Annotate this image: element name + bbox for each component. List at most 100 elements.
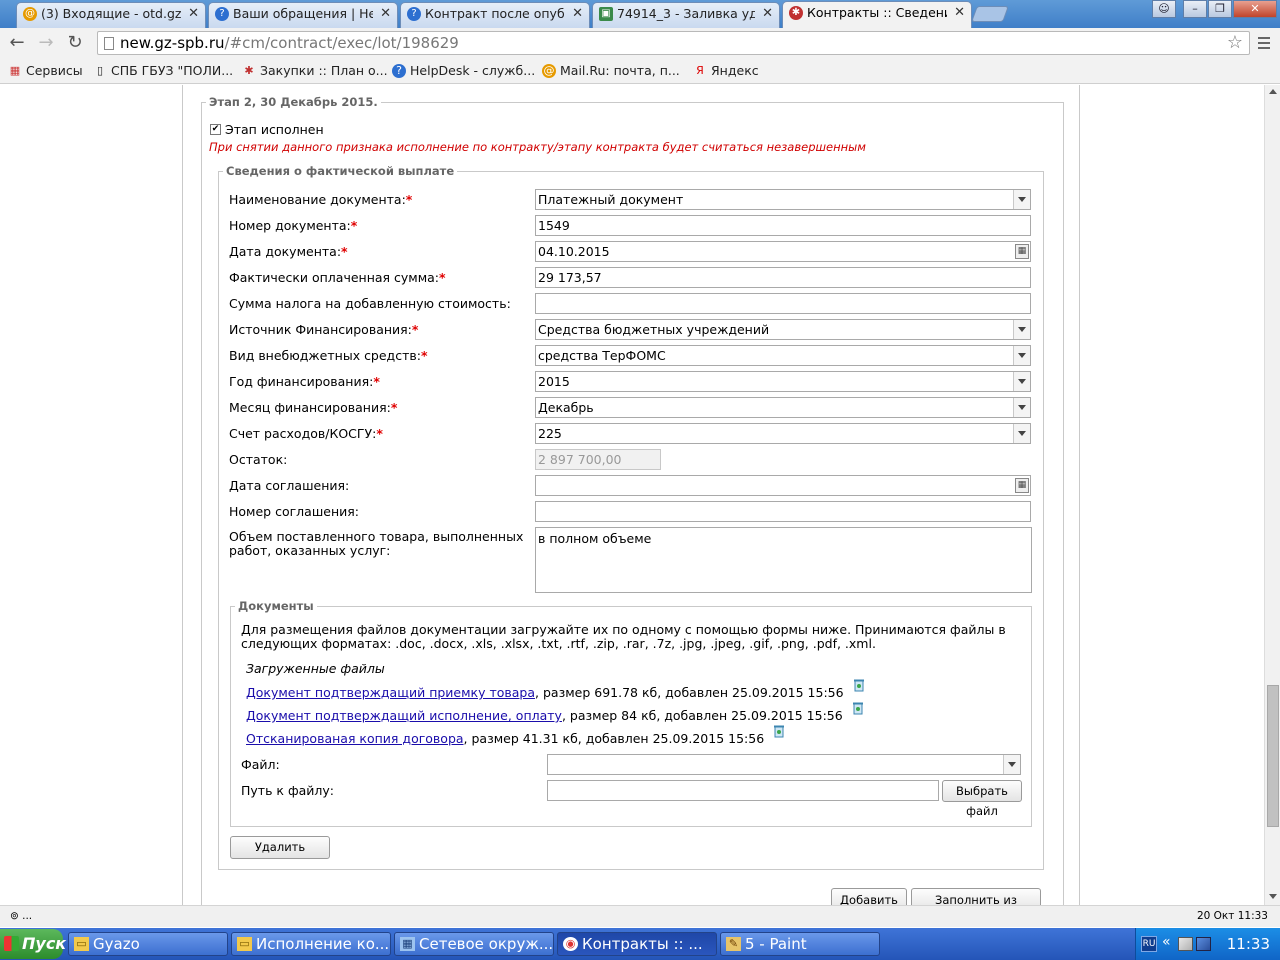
scrollbar-thumb[interactable] bbox=[1267, 685, 1279, 827]
stage-warning: При снятии данного признака исполнение п… bbox=[209, 140, 866, 154]
menu-icon[interactable] bbox=[1256, 34, 1272, 52]
agreement-number-input[interactable] bbox=[535, 501, 1031, 522]
task-execution[interactable]: ▭ Исполнение ко... bbox=[231, 932, 391, 956]
chevron-down-icon[interactable] bbox=[1003, 755, 1020, 774]
delete-file-icon[interactable] bbox=[851, 701, 865, 715]
calendar-icon[interactable]: ▦ bbox=[1015, 244, 1029, 259]
file-info: , размер 41.31 кб, добавлен 25.09.2015 1… bbox=[463, 731, 765, 746]
tab-74914[interactable]: ▣ 74914_3 - Заливка удал ✕ bbox=[592, 2, 780, 28]
chevron-down-icon[interactable] bbox=[1013, 424, 1030, 443]
file-select[interactable] bbox=[547, 754, 1021, 775]
delete-file-icon[interactable] bbox=[772, 724, 786, 738]
field-value: Средства бюджетных учреждений bbox=[538, 322, 770, 337]
task-contracts[interactable]: ◉ Контракты :: ... bbox=[557, 932, 717, 956]
close-tab-icon[interactable]: ✕ bbox=[572, 3, 583, 25]
chevron-down-icon[interactable] bbox=[1013, 346, 1030, 365]
minimize-button[interactable]: – bbox=[1183, 0, 1207, 18]
close-tab-icon[interactable]: ✕ bbox=[188, 3, 199, 25]
delete-file-icon[interactable] bbox=[852, 678, 866, 692]
tab-label: Ваши обращения | Help bbox=[233, 6, 373, 21]
vat-amount-input[interactable] bbox=[535, 293, 1031, 314]
chevron-down-icon[interactable] bbox=[1013, 398, 1030, 417]
network-tray-icon[interactable] bbox=[1196, 937, 1211, 951]
new-tab-button[interactable] bbox=[971, 6, 1009, 22]
bookmark-star-icon[interactable]: ☆ bbox=[1227, 32, 1243, 54]
expense-account-select[interactable]: 225 bbox=[535, 423, 1031, 444]
file-link[interactable]: Документ подтверждащий исполнение, оплат… bbox=[246, 708, 562, 723]
file-link[interactable]: Документ подтверждащий приемку товара bbox=[246, 685, 535, 700]
delete-button[interactable]: Удалить bbox=[230, 836, 330, 859]
file-link[interactable]: Отсканированая копия договора bbox=[246, 731, 464, 746]
calendar-icon[interactable]: ▦ bbox=[1015, 478, 1029, 493]
bookmark-zakupki[interactable]: ✱ Закупки :: План о... bbox=[242, 62, 387, 80]
tab-inbox[interactable]: @ (3) Входящие - otd.gz3 ✕ bbox=[16, 2, 206, 28]
mail-icon: @ bbox=[23, 7, 37, 21]
documents-legend: Документы bbox=[238, 599, 314, 613]
funding-month-label: Месяц финансирования:* bbox=[229, 400, 398, 415]
extrabudget-type-select[interactable]: средства ТерФОМС bbox=[535, 345, 1031, 366]
close-tab-icon[interactable]: ✕ bbox=[762, 3, 773, 25]
task-label: 5 - Paint bbox=[745, 935, 807, 953]
page-scrollbar[interactable] bbox=[1264, 85, 1280, 905]
task-label: Gyazo bbox=[93, 935, 140, 953]
user-icon[interactable]: ☺ bbox=[1152, 0, 1176, 18]
file-path-input[interactable] bbox=[547, 780, 939, 801]
bookmark-spb-gbuz[interactable]: ▯ СПБ ГБУЗ "ПОЛИ... bbox=[93, 62, 233, 80]
tray-app-icon[interactable] bbox=[1178, 937, 1193, 951]
fill-from-payments-button[interactable]: Заполнить из платежей bbox=[911, 888, 1041, 905]
close-window-button[interactable]: ✕ bbox=[1233, 0, 1277, 18]
bookmark-label: Mail.Ru: почта, п... bbox=[560, 63, 680, 78]
task-network[interactable]: ▦ Сетевое окруж... bbox=[394, 932, 554, 956]
add-button[interactable]: Добавить bbox=[831, 888, 907, 905]
document-name-label: Наименование документа:* bbox=[229, 192, 413, 207]
task-label: Исполнение ко... bbox=[256, 935, 390, 953]
funding-source-select[interactable]: Средства бюджетных учреждений bbox=[535, 319, 1031, 340]
volume-textarea[interactable]: в полном объеме bbox=[535, 527, 1032, 593]
stage-done-checkbox[interactable]: ✔ bbox=[210, 124, 221, 135]
bookmark-helpdesk[interactable]: ? HelpDesk - служб... bbox=[392, 62, 535, 80]
bookmark-mailru[interactable]: @ Mail.Ru: почта, п... bbox=[542, 62, 680, 80]
funding-year-select[interactable]: 2015 bbox=[535, 371, 1031, 392]
chevron-down-icon[interactable] bbox=[1013, 372, 1030, 391]
help-icon: ? bbox=[407, 7, 421, 21]
close-tab-icon[interactable]: ✕ bbox=[380, 3, 391, 25]
forward-arrow-icon[interactable]: → bbox=[34, 32, 58, 54]
agreement-date-input[interactable]: ▦ bbox=[535, 475, 1031, 496]
file-info: , размер 84 кб, добавлен 25.09.2015 15:5… bbox=[561, 708, 843, 723]
funding-month-select[interactable]: Декабрь bbox=[535, 397, 1031, 418]
task-paint[interactable]: ✎ 5 - Paint bbox=[720, 932, 880, 956]
chevron-left-icon[interactable]: « bbox=[1162, 934, 1171, 950]
choose-file-button[interactable]: Выбрать файл bbox=[942, 780, 1022, 818]
reload-icon[interactable]: ↻ bbox=[63, 32, 87, 54]
document-date-input[interactable]: 04.10.2015 ▦ bbox=[535, 241, 1031, 262]
task-gyazo[interactable]: ▭ Gyazo bbox=[68, 932, 228, 956]
field-value: 29 173,57 bbox=[538, 270, 602, 285]
bookmark-yandex[interactable]: Я Яндекс bbox=[693, 62, 758, 80]
back-arrow-icon[interactable]: ← bbox=[5, 32, 29, 54]
tab-helpdesk[interactable]: ? Ваши обращения | Help ✕ bbox=[208, 2, 398, 28]
chevron-down-icon[interactable] bbox=[1013, 320, 1030, 339]
file-path-label: Путь к файлу: bbox=[241, 783, 335, 798]
language-indicator[interactable]: RU bbox=[1141, 936, 1157, 952]
address-bar[interactable]: new.gz-spb.ru/#cm/contract/exec/lot/1986… bbox=[97, 31, 1250, 55]
document-number-input[interactable]: 1549 bbox=[535, 215, 1031, 236]
task-label: Сетевое окруж... bbox=[419, 935, 554, 953]
tab-label: 74914_3 - Заливка удал bbox=[617, 6, 755, 21]
start-button[interactable]: Пуск bbox=[0, 929, 66, 959]
close-tab-icon[interactable]: ✕ bbox=[954, 2, 965, 24]
scroll-down-arrow-icon[interactable] bbox=[1269, 894, 1277, 899]
document-name-select[interactable]: Платежный документ bbox=[535, 189, 1031, 210]
document-number-label: Номер документа:* bbox=[229, 218, 358, 233]
chevron-down-icon[interactable] bbox=[1013, 190, 1030, 209]
scroll-up-arrow-icon[interactable] bbox=[1269, 89, 1277, 94]
tab-contracts[interactable]: ✱ Контракты :: Сведения ✕ bbox=[782, 1, 972, 28]
folder-icon: ▭ bbox=[74, 937, 89, 951]
tab-contract-after[interactable]: ? Контракт после опубли ✕ bbox=[400, 2, 590, 28]
document-date-label: Дата документа:* bbox=[229, 244, 348, 259]
stage-done-label: Этап исполнен bbox=[225, 122, 324, 137]
paid-amount-input[interactable]: 29 173,57 bbox=[535, 267, 1031, 288]
restore-button[interactable]: ❐ bbox=[1208, 0, 1232, 18]
folder-icon: ▭ bbox=[237, 937, 252, 951]
bookmark-services[interactable]: ▦ Сервисы bbox=[8, 62, 83, 80]
bookmark-label: HelpDesk - служб... bbox=[410, 63, 536, 78]
